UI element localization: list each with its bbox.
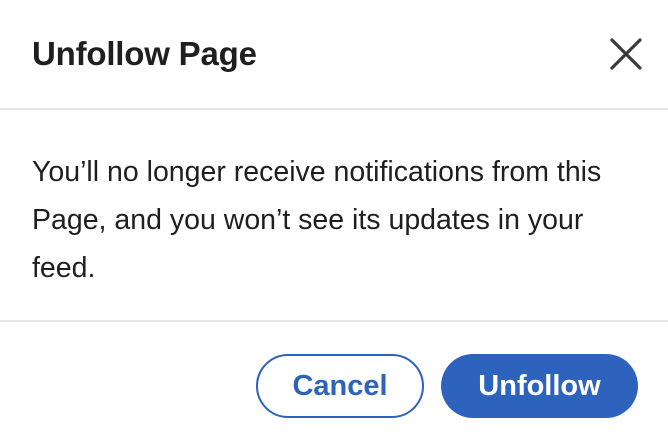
dialog-message: You’ll no longer receive notifications f…: [32, 156, 602, 284]
dialog-header: Unfollow Page: [0, 0, 668, 110]
dialog-footer: Cancel Unfollow: [0, 322, 668, 444]
dialog-title: Unfollow Page: [32, 35, 257, 72]
unfollow-button[interactable]: Unfollow: [441, 354, 638, 418]
unfollow-page-dialog: Unfollow Page You’ll no longer receive n…: [0, 0, 668, 444]
dialog-body: You’ll no longer receive notifications f…: [0, 110, 668, 322]
close-button[interactable]: [602, 30, 650, 78]
cancel-button[interactable]: Cancel: [256, 354, 424, 418]
close-icon: [610, 38, 642, 70]
